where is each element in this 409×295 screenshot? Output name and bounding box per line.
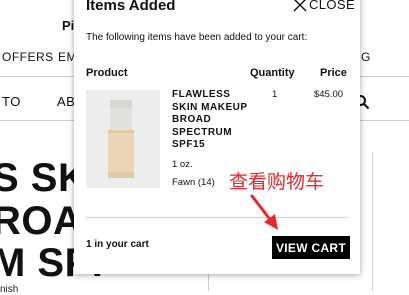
close-icon[interactable] (293, 0, 307, 12)
cart-count-text: 1 in your cart (86, 239, 149, 250)
nav-subcategory-link[interactable]: TO (2, 94, 21, 109)
column-header-price: Price (320, 67, 347, 79)
bg-header-fragment: Pi (62, 18, 75, 33)
close-label[interactable]: CLOSE (309, 0, 355, 12)
product-shade: Fawn (14) (172, 177, 215, 188)
annotation-text: 查看购物车 (229, 171, 325, 193)
product-quantity: 1 (272, 89, 278, 100)
product-finish-text: nish (0, 284, 19, 295)
product-image[interactable] (86, 90, 160, 188)
close-button[interactable]: CLOSE (293, 0, 355, 12)
popup-divider (86, 217, 348, 218)
product-heading-line2: ROA (0, 199, 83, 243)
view-cart-button[interactable]: VIEW CART (272, 236, 350, 259)
product-price: $45.00 (314, 89, 344, 100)
popup-title: Items Added (86, 0, 176, 14)
product-name[interactable]: FLAWLESS SKIN MAKEUP BROAD SPECTRUM SPF1… (172, 89, 252, 152)
product-panel-border-right (372, 152, 373, 291)
column-header-product: Product (86, 67, 128, 79)
nav-offers-link[interactable]: OFFERS (2, 50, 54, 64)
popup-intro-text: The following items have been added to y… (86, 32, 308, 43)
items-added-popup: Items Added CLOSE The following items ha… (74, 0, 360, 274)
column-header-quantity: Quantity (250, 67, 295, 79)
nav-subcategory-link-2[interactable]: AB (57, 94, 75, 109)
product-size: 1 oz. (172, 159, 193, 170)
arrow-icon (250, 194, 278, 230)
nav-link-fragment-right[interactable]: G (361, 50, 371, 64)
